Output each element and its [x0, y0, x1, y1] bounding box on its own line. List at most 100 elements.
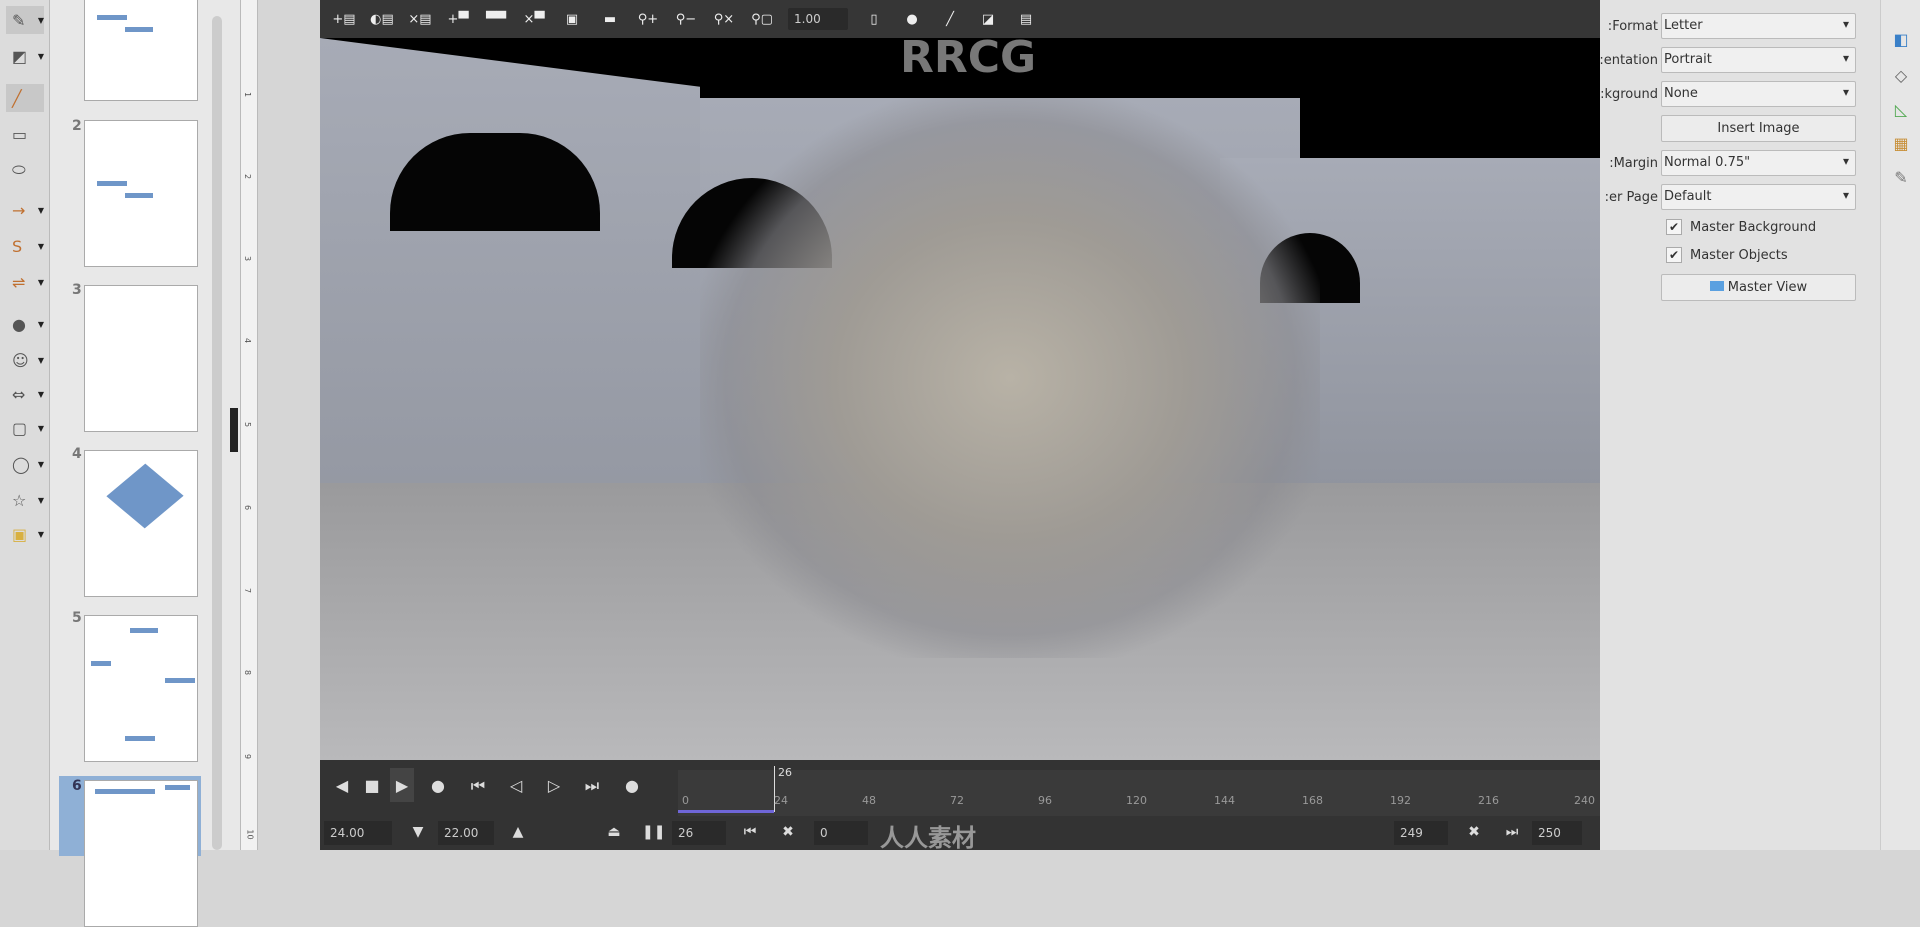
basic-shapes-icon[interactable]: ● ▼	[6, 310, 44, 338]
timeline-panel: ◀ ■ ▶ ● ⏮ ◁ ▷ ⏭ ● 26 0 24 48 72 96 120 1…	[320, 760, 1600, 852]
zoom-reset-icon[interactable]: ⚲×	[712, 12, 736, 27]
add-layer-icon[interactable]: +▀	[446, 12, 470, 27]
ruler-mark: 9	[243, 753, 253, 760]
block-arrows-icon[interactable]: ⇔ ▼	[6, 380, 44, 408]
slide-transition-icon[interactable]: ◺	[1890, 100, 1912, 122]
slide-thumbnail-3[interactable]	[84, 285, 198, 432]
fill-color-icon[interactable]: ◩ ▼	[6, 42, 44, 70]
eyedropper-icon[interactable]: ╱	[938, 12, 962, 27]
master-view-button[interactable]: Master View	[1661, 274, 1856, 301]
properties-icon[interactable]: ◧	[1890, 30, 1912, 52]
line-tool-icon[interactable]: ╱	[6, 84, 44, 112]
fps-input[interactable]: 24.00	[324, 821, 392, 845]
record-icon[interactable]: ●	[426, 776, 450, 795]
ellipse-tool-icon[interactable]: ⬭	[6, 156, 44, 184]
ruler-mark: 4	[243, 337, 253, 344]
navigator-icon[interactable]: ✎	[1890, 168, 1912, 190]
play-icon[interactable]: ▶	[390, 768, 414, 802]
3d-objects-icon[interactable]: ▣ ▼	[6, 520, 44, 548]
format-select[interactable]: Letter	[1661, 13, 1856, 39]
pause-icon[interactable]: ❚❚	[642, 824, 665, 840]
zoom-out-icon[interactable]: ⚲−	[674, 12, 698, 27]
tick: 0	[682, 794, 689, 807]
add-frame-icon[interactable]: +▤	[332, 12, 356, 27]
symbol-shapes-icon[interactable]: ☺ ▼	[6, 346, 44, 374]
stars-icon[interactable]: ☆ ▼	[6, 486, 44, 514]
slide-thumbnail-2[interactable]	[84, 120, 198, 267]
delete-frame-icon[interactable]: ×▤	[408, 12, 432, 27]
ruler-mark: 1	[243, 91, 253, 98]
master-page-select[interactable]: Default	[1661, 184, 1856, 210]
delete-layer-icon[interactable]: ×▀	[522, 12, 546, 27]
flowchart-icon[interactable]: ▢ ▼	[6, 414, 44, 442]
margin-select[interactable]: Normal 0.75"	[1661, 150, 1856, 176]
fps-dropdown-icon[interactable]: ▼	[408, 824, 428, 840]
zoom-input[interactable]: 1.00	[788, 8, 848, 30]
slide-number: 6	[72, 778, 82, 794]
master-objects-checkbox[interactable]: ✔ Master Objects	[1666, 247, 1788, 263]
go-end-icon[interactable]: ⏭	[1502, 824, 1522, 840]
slide-panel-scrollbar[interactable]	[212, 16, 222, 850]
arrow-line-icon[interactable]: → ▼	[6, 196, 44, 224]
timeline-track[interactable]: 26 0 24 48 72 96 120 144 168 192 216 240	[678, 766, 1600, 816]
tick: 216	[1478, 794, 1499, 807]
zoom-in-icon[interactable]: ⚲+	[636, 12, 660, 27]
layer-bottom-icon[interactable]: ▬	[598, 12, 622, 27]
clear-end-icon[interactable]: ✖	[1464, 824, 1484, 840]
playhead-label: 26	[778, 766, 792, 779]
slide-thumbnail-1[interactable]	[84, 0, 198, 101]
frame-input[interactable]: 26	[672, 821, 726, 845]
ruler-mark: 6	[243, 504, 253, 511]
connector-icon[interactable]: ⇌ ▼	[6, 268, 44, 296]
master-view-icon	[1709, 281, 1724, 291]
orientation-select[interactable]: Portrait	[1661, 47, 1856, 73]
insert-image-button[interactable]: Insert Image	[1661, 115, 1856, 142]
layer-frame-icon[interactable]: ▣	[560, 12, 584, 27]
slide-thumbnail-6[interactable]	[84, 780, 198, 927]
zoom-fit-icon[interactable]: ⚲▢	[750, 12, 774, 27]
checkmark-icon: ✔	[1666, 219, 1682, 235]
master-background-checkbox[interactable]: ✔ Master Background	[1666, 219, 1816, 235]
mirror-frame-icon[interactable]: ◐▤	[370, 12, 394, 27]
panel-collapse-handle[interactable]	[230, 408, 238, 452]
stop-icon[interactable]: ■	[360, 776, 384, 795]
ruler-mark: 3	[243, 255, 253, 262]
ruler-mark: 10	[245, 829, 255, 840]
export-icon[interactable]: ⏏	[604, 824, 624, 840]
slide-thumbnail-4[interactable]	[84, 450, 198, 597]
info-icon[interactable]: ▤	[1014, 12, 1038, 27]
background-select[interactable]: None	[1661, 81, 1856, 107]
last-frame-icon[interactable]: ⏭	[580, 776, 604, 796]
tick: 120	[1126, 794, 1147, 807]
gradient-icon[interactable]: ▯	[862, 12, 886, 27]
go-start-icon[interactable]: ⏮	[740, 824, 760, 840]
play-backward-icon[interactable]: ◀	[330, 776, 354, 795]
histogram-icon[interactable]: ◪	[976, 12, 1000, 27]
ruler-mark: 8	[243, 669, 253, 676]
playback-fps-input[interactable]: 22.00	[438, 821, 494, 845]
master-view-label: Master View	[1727, 280, 1808, 295]
gallery-icon[interactable]: ▦	[1890, 134, 1912, 156]
master-background-label: Master Background	[1690, 219, 1817, 235]
first-frame-icon[interactable]: ⏮	[466, 776, 490, 796]
shapes-icon[interactable]: ◇	[1890, 66, 1912, 88]
ruler-mark: 5	[243, 421, 253, 428]
line-color-icon[interactable]: ✎ ▼	[6, 6, 44, 34]
callouts-icon[interactable]: ◯ ▼	[6, 450, 44, 478]
loop-icon[interactable]: ●	[620, 776, 644, 795]
curve-icon[interactable]: S ▼	[6, 232, 44, 260]
layers-icon[interactable]: ▀▀	[484, 12, 508, 27]
clear-start-icon[interactable]: ✖	[778, 824, 798, 840]
color-picker-icon[interactable]: ●	[900, 12, 924, 27]
last-frame-field[interactable]: 250	[1532, 821, 1582, 845]
played-range	[678, 810, 774, 813]
tick: 144	[1214, 794, 1235, 807]
start-offset-input[interactable]: 0	[814, 821, 868, 845]
end-frame-input[interactable]: 249	[1394, 821, 1448, 845]
slide-thumbnail-5[interactable]	[84, 615, 198, 762]
render-frame: RRCG	[320, 38, 1600, 760]
next-frame-icon[interactable]: ▷	[542, 776, 566, 795]
lock-icon[interactable]: ▲	[508, 824, 528, 840]
rectangle-tool-icon[interactable]: ▭	[6, 120, 44, 148]
prev-frame-icon[interactable]: ◁	[504, 776, 528, 795]
